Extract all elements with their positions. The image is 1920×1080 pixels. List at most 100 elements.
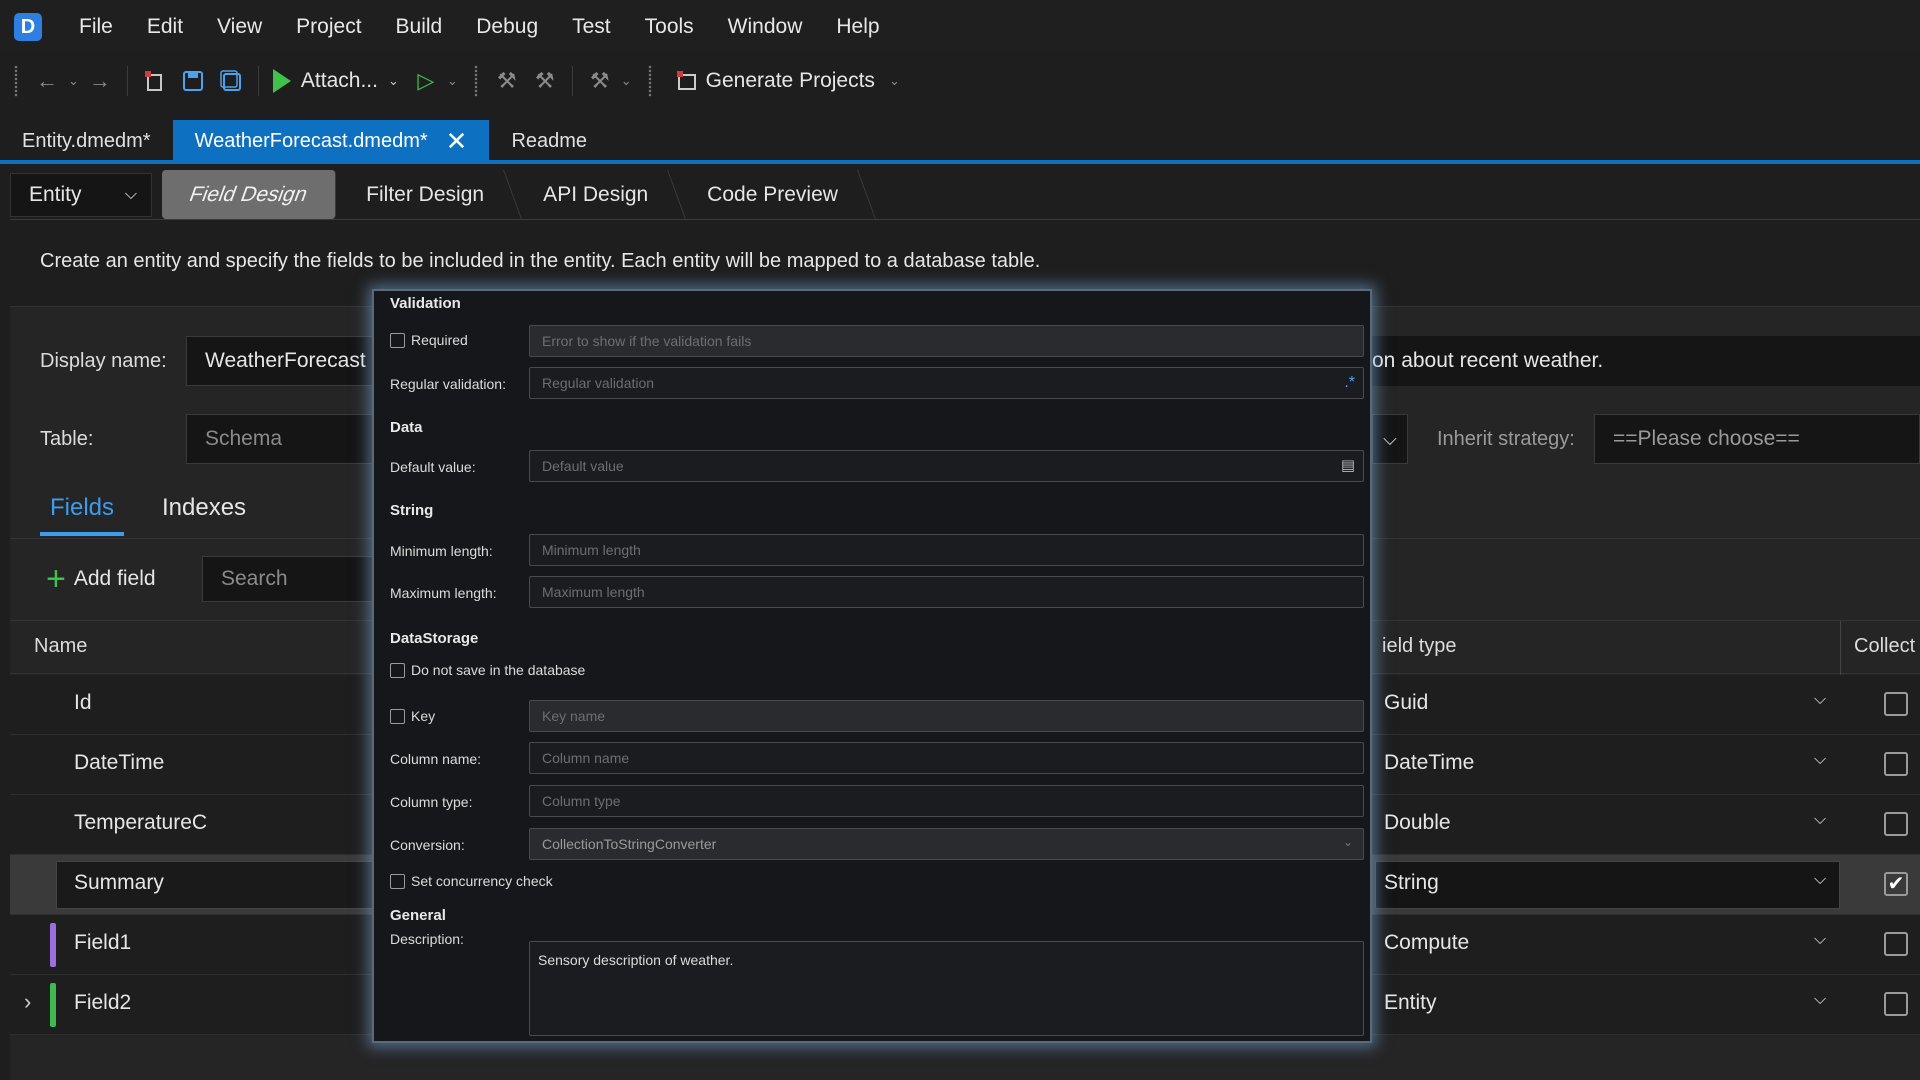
field-properties-popup: Validation Required Error to show if the… xyxy=(372,289,1372,1043)
checkbox-box[interactable] xyxy=(390,662,405,678)
tab-api-design[interactable]: API Design xyxy=(505,170,686,219)
field-type[interactable]: String xyxy=(1384,871,1439,895)
cancel-build-icon[interactable]: ⚒ xyxy=(585,66,615,96)
field-type[interactable]: Guid xyxy=(1384,691,1428,715)
default-value-input[interactable]: Default value ▤ xyxy=(529,450,1364,482)
concurrency-checkbox[interactable]: Set concurrency check xyxy=(390,873,553,889)
field-type[interactable]: Compute xyxy=(1384,931,1469,955)
menu-window[interactable]: Window xyxy=(711,15,820,39)
tab-label: Field Design xyxy=(185,182,312,206)
chevron-down-icon[interactable]: ⌵ xyxy=(1814,931,1826,949)
run-without-debug-icon[interactable]: ▷ xyxy=(411,66,441,96)
editor-icon[interactable]: ▤ xyxy=(1341,456,1355,474)
column-header-name[interactable]: Name xyxy=(34,635,87,658)
menu-test[interactable]: Test xyxy=(555,15,628,39)
doc-tab-weatherforecast[interactable]: WeatherForecast.dmedm* ✕ xyxy=(172,120,490,162)
column-separator[interactable] xyxy=(1840,621,1841,675)
plus-icon: + xyxy=(46,560,66,598)
toolbar-grip[interactable] xyxy=(473,65,478,97)
chevron-down-icon[interactable]: ⌵ xyxy=(1814,871,1826,889)
inherit-strategy-label: Inherit strategy: xyxy=(1437,428,1575,450)
menu-project[interactable]: Project xyxy=(279,15,378,39)
save-icon[interactable] xyxy=(178,66,208,96)
tab-filter-design[interactable]: Filter Design xyxy=(328,170,522,219)
conversion-select[interactable]: CollectionToStringConverter ⌄ xyxy=(529,828,1364,860)
field-type[interactable]: Entity xyxy=(1384,991,1437,1015)
menu-file[interactable]: File xyxy=(62,15,130,39)
attach-button[interactable]: Attach... ⌄ xyxy=(272,69,401,93)
max-length-input[interactable]: Maximum length xyxy=(529,576,1364,608)
key-checkbox[interactable]: Key xyxy=(390,708,435,724)
tab-field-design[interactable]: Field Design xyxy=(162,170,336,219)
collection-checkbox[interactable] xyxy=(1884,932,1908,956)
field-type-select[interactable] xyxy=(1375,861,1840,909)
description-textarea[interactable]: Sensory description of weather. xyxy=(529,941,1364,1036)
back-icon[interactable]: ← xyxy=(32,66,62,96)
tab-code-preview[interactable]: Code Preview xyxy=(669,170,876,219)
run-dropdown-icon[interactable]: ⌄ xyxy=(447,73,458,89)
checkbox-box[interactable] xyxy=(390,708,405,724)
schema-field[interactable]: Schema xyxy=(186,414,386,464)
menu-help[interactable]: Help xyxy=(819,15,896,39)
column-name-input[interactable]: Column name xyxy=(529,742,1364,774)
hammer-icon[interactable]: ⚒ xyxy=(492,66,522,96)
expand-icon[interactable]: › xyxy=(24,989,31,1015)
menu-debug[interactable]: Debug xyxy=(459,15,555,39)
menu-view[interactable]: View xyxy=(200,15,279,39)
collection-checkbox[interactable] xyxy=(1884,692,1908,716)
table-dropdown[interactable]: ⌵ xyxy=(1372,414,1408,464)
required-checkbox[interactable]: Required xyxy=(390,332,468,348)
build-dropdown-icon[interactable]: ⌄ xyxy=(621,73,632,89)
entity-type-select[interactable]: Entity ⌵ xyxy=(10,173,152,217)
chevron-down-icon[interactable]: ⌵ xyxy=(1814,751,1826,769)
doc-tab-entity[interactable]: Entity.dmedm* xyxy=(0,120,173,162)
menu-edit[interactable]: Edit xyxy=(130,15,200,39)
tab-indexes[interactable]: Indexes xyxy=(162,494,246,522)
collection-checkbox[interactable] xyxy=(1884,812,1908,836)
toolbar-grip[interactable] xyxy=(14,65,18,97)
column-name-label: Column name: xyxy=(390,751,482,767)
min-length-input[interactable]: Minimum length xyxy=(529,534,1364,566)
toolbar-grip[interactable] xyxy=(647,65,652,97)
generate-dropdown-icon[interactable]: ⌄ xyxy=(889,73,900,89)
menu-tools[interactable]: Tools xyxy=(628,15,711,39)
tab-fields[interactable]: Fields xyxy=(50,494,114,522)
generate-projects-button[interactable]: Generate Projects xyxy=(668,66,875,96)
chevron-down-icon[interactable]: ⌵ xyxy=(1814,991,1826,1009)
regex-icon[interactable]: .* xyxy=(1344,374,1355,392)
doc-tab-readme[interactable]: Readme xyxy=(489,120,609,162)
required-error-input[interactable]: Error to show if the validation fails xyxy=(529,325,1364,357)
checkbox-box[interactable] xyxy=(390,332,405,348)
close-tab-icon[interactable]: ✕ xyxy=(446,126,468,157)
checkbox-box[interactable] xyxy=(390,873,405,889)
chevron-down-icon[interactable]: ⌵ xyxy=(1814,691,1826,709)
chevron-down-icon[interactable]: ⌵ xyxy=(1814,811,1826,829)
do-not-save-checkbox[interactable]: Do not save in the database xyxy=(390,662,585,678)
add-field-button[interactable]: + Add field xyxy=(46,562,156,596)
field-type[interactable]: Double xyxy=(1384,811,1451,835)
save-all-icon[interactable] xyxy=(216,66,246,96)
forward-icon[interactable]: → xyxy=(85,66,115,96)
column-type-input[interactable]: Column type xyxy=(529,785,1364,817)
build-icon[interactable]: ⚒ xyxy=(530,66,560,96)
display-name-field[interactable]: WeatherForecast xyxy=(186,336,386,386)
column-header-collection[interactable]: Collect xyxy=(1854,635,1915,658)
key-name-input[interactable]: Key name xyxy=(529,700,1364,732)
add-field-label: Add field xyxy=(73,567,156,590)
doc-tab-label: Entity.dmedm* xyxy=(22,129,151,152)
collection-checkbox[interactable] xyxy=(1884,752,1908,776)
section-general: General xyxy=(390,907,446,924)
entity-description-field[interactable]: on about recent weather. xyxy=(1372,336,1920,386)
new-item-icon[interactable] xyxy=(140,66,170,96)
field-type[interactable]: DateTime xyxy=(1384,751,1474,775)
regular-validation-input[interactable]: Regular validation .* xyxy=(529,367,1364,399)
collection-checkbox[interactable] xyxy=(1884,992,1908,1016)
search-input[interactable]: Search xyxy=(202,556,382,602)
back-dropdown-icon[interactable]: ⌄ xyxy=(68,73,79,89)
attach-dropdown-icon[interactable]: ⌄ xyxy=(388,73,399,89)
inherit-strategy-select[interactable]: ==Please choose== xyxy=(1594,414,1920,464)
menu-build[interactable]: Build xyxy=(379,15,460,39)
collection-checkbox[interactable]: ✔ xyxy=(1884,872,1908,896)
column-header-field-type[interactable]: ield type xyxy=(1382,635,1457,658)
do-not-save-label: Do not save in the database xyxy=(411,662,586,678)
